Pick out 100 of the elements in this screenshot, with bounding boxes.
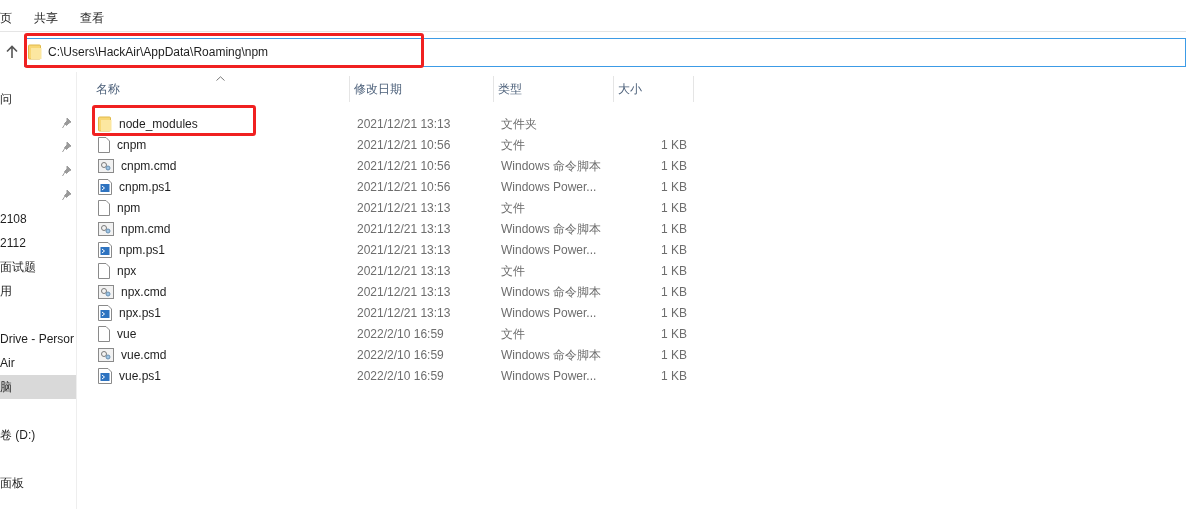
column-header[interactable]: 修改日期 xyxy=(354,80,402,98)
file-size: 1 KB xyxy=(661,263,687,278)
modified-date: 2021/12/21 13:13 xyxy=(357,242,451,257)
gear-script-icon xyxy=(98,158,114,173)
file-size: 1 KB xyxy=(661,242,687,257)
file-type: 文件 xyxy=(501,263,525,278)
modified-date: 2021/12/21 13:13 xyxy=(357,305,451,320)
file-name: npx xyxy=(117,262,137,280)
ribbon-tab[interactable]: 查看 xyxy=(69,9,115,27)
file-type: Windows Power... xyxy=(501,242,597,257)
file-type: Windows 命令脚本 xyxy=(501,221,601,236)
script-icon xyxy=(98,178,112,195)
file-row[interactable]: node_modules 2021/12/21 13:13 文件夹 xyxy=(92,113,1186,134)
file-row[interactable]: npx 2021/12/21 13:13 文件 1 KB xyxy=(92,260,1186,281)
file-type: Windows 命令脚本 xyxy=(501,347,601,362)
modified-date: 2022/2/10 16:59 xyxy=(357,368,444,383)
file-type: 文件 xyxy=(501,326,525,341)
up-arrow-icon[interactable] xyxy=(6,45,18,59)
script-icon xyxy=(98,241,112,258)
script-icon xyxy=(98,367,112,384)
file-row[interactable]: cnpm.cmd 2021/12/21 10:56 Windows 命令脚本 1 KB xyxy=(92,155,1186,176)
sidebar-item[interactable]: 面板 xyxy=(0,471,76,495)
file-row[interactable]: cnpm.ps1 2021/12/21 10:56 Windows Power... 1 KB xyxy=(92,176,1186,197)
gear-script-icon xyxy=(98,347,114,362)
file-size: 1 KB xyxy=(661,221,687,236)
modified-date: 2021/12/21 13:13 xyxy=(357,284,451,299)
file-row[interactable]: vue.ps1 2022/2/10 16:59 Windows Power... 1 KB xyxy=(92,365,1186,386)
file-name: cnpm.cmd xyxy=(121,157,177,175)
file-name: vue.cmd xyxy=(121,346,167,364)
file-size: 1 KB xyxy=(661,326,687,341)
ribbon-tab[interactable]: 共享 xyxy=(23,9,69,27)
sidebar-item[interactable]: 卷 (D:) xyxy=(0,423,76,447)
ribbon-tab[interactable]: 页 xyxy=(0,9,23,27)
file-name: node_modules xyxy=(119,115,198,133)
file-name: cnpm.ps1 xyxy=(119,178,172,196)
file-row[interactable]: npm.ps1 2021/12/21 13:13 Windows Power... 1 KB xyxy=(92,239,1186,260)
column-header[interactable]: 类型 xyxy=(498,80,522,98)
modified-date: 2022/2/10 16:59 xyxy=(357,347,444,362)
file-size: 1 KB xyxy=(661,368,687,383)
file-type: Windows 命令脚本 xyxy=(501,158,601,173)
address-path: C:\Users\HackAir\AppData\Roaming\npm xyxy=(48,44,269,61)
sidebar-item[interactable]: 用 xyxy=(0,279,76,303)
file-icon xyxy=(98,136,110,153)
sidebar-item[interactable]: 问 xyxy=(0,87,76,111)
file-type: Windows Power... xyxy=(501,368,597,383)
file-size: 1 KB xyxy=(661,347,687,362)
file-icon xyxy=(98,262,110,279)
file-type: Windows Power... xyxy=(501,305,597,320)
file-name: vue.ps1 xyxy=(119,367,162,385)
modified-date: 2021/12/21 13:13 xyxy=(357,200,451,215)
sidebar-item[interactable]: Air xyxy=(0,351,76,375)
file-size: 1 KB xyxy=(661,284,687,299)
sidebar-item[interactable]: 2112 xyxy=(0,231,76,255)
file-name: npx.cmd xyxy=(121,283,167,301)
file-size: 1 KB xyxy=(661,158,687,173)
file-type: 文件夹 xyxy=(501,116,537,131)
file-name: vue xyxy=(117,325,137,343)
modified-date: 2021/12/21 13:13 xyxy=(357,221,451,236)
pin-icon xyxy=(62,117,72,129)
file-icon xyxy=(98,325,110,342)
file-row[interactable]: vue.cmd 2022/2/10 16:59 Windows 命令脚本 1 KB xyxy=(92,344,1186,365)
file-name: npm.ps1 xyxy=(119,241,166,259)
sidebar-item[interactable]: 脑 xyxy=(0,375,76,399)
sort-caret-icon xyxy=(216,76,225,81)
sidebar-item[interactable]: Drive - Persor xyxy=(0,327,76,351)
file-size: 1 KB xyxy=(661,179,687,194)
modified-date: 2021/12/21 13:13 xyxy=(357,263,451,278)
sidebar-item[interactable]: 面试题 xyxy=(0,255,76,279)
pin-icon xyxy=(62,141,72,153)
folder-icon xyxy=(28,44,42,60)
modified-date: 2022/2/10 16:59 xyxy=(357,326,444,341)
modified-date: 2021/12/21 10:56 xyxy=(357,137,451,152)
file-row[interactable]: vue 2022/2/10 16:59 文件 1 KB xyxy=(92,323,1186,344)
pin-icon xyxy=(62,189,72,201)
file-row[interactable]: npm 2021/12/21 13:13 文件 1 KB xyxy=(92,197,1186,218)
gear-script-icon xyxy=(98,284,114,299)
modified-date: 2021/12/21 13:13 xyxy=(357,116,451,131)
file-icon xyxy=(98,199,110,216)
gear-script-icon xyxy=(98,221,114,236)
file-name: npx.ps1 xyxy=(119,304,162,322)
file-row[interactable]: npx.ps1 2021/12/21 13:13 Windows Power... 1 KB xyxy=(92,302,1186,323)
file-row[interactable]: cnpm 2021/12/21 10:56 文件 1 KB xyxy=(92,134,1186,155)
file-size: 1 KB xyxy=(661,305,687,320)
file-row[interactable]: npx.cmd 2021/12/21 13:13 Windows 命令脚本 1 KB xyxy=(92,281,1186,302)
file-name: npm xyxy=(117,199,141,217)
column-header[interactable]: 大小 xyxy=(618,80,642,98)
file-type: 文件 xyxy=(501,200,525,215)
sidebar-item[interactable]: 2108 xyxy=(0,207,76,231)
file-row[interactable]: npm.cmd 2021/12/21 13:13 Windows 命令脚本 1 KB xyxy=(92,218,1186,239)
folder-icon xyxy=(98,115,112,132)
modified-date: 2021/12/21 10:56 xyxy=(357,179,451,194)
file-size: 1 KB xyxy=(661,137,687,152)
modified-date: 2021/12/21 10:56 xyxy=(357,158,451,173)
file-size: 1 KB xyxy=(661,200,687,215)
file-name: cnpm xyxy=(117,136,147,154)
column-header[interactable]: 名称 xyxy=(96,80,120,98)
file-type: Windows Power... xyxy=(501,179,597,194)
pin-icon xyxy=(62,165,72,177)
file-type: 文件 xyxy=(501,137,525,152)
script-icon xyxy=(98,304,112,321)
